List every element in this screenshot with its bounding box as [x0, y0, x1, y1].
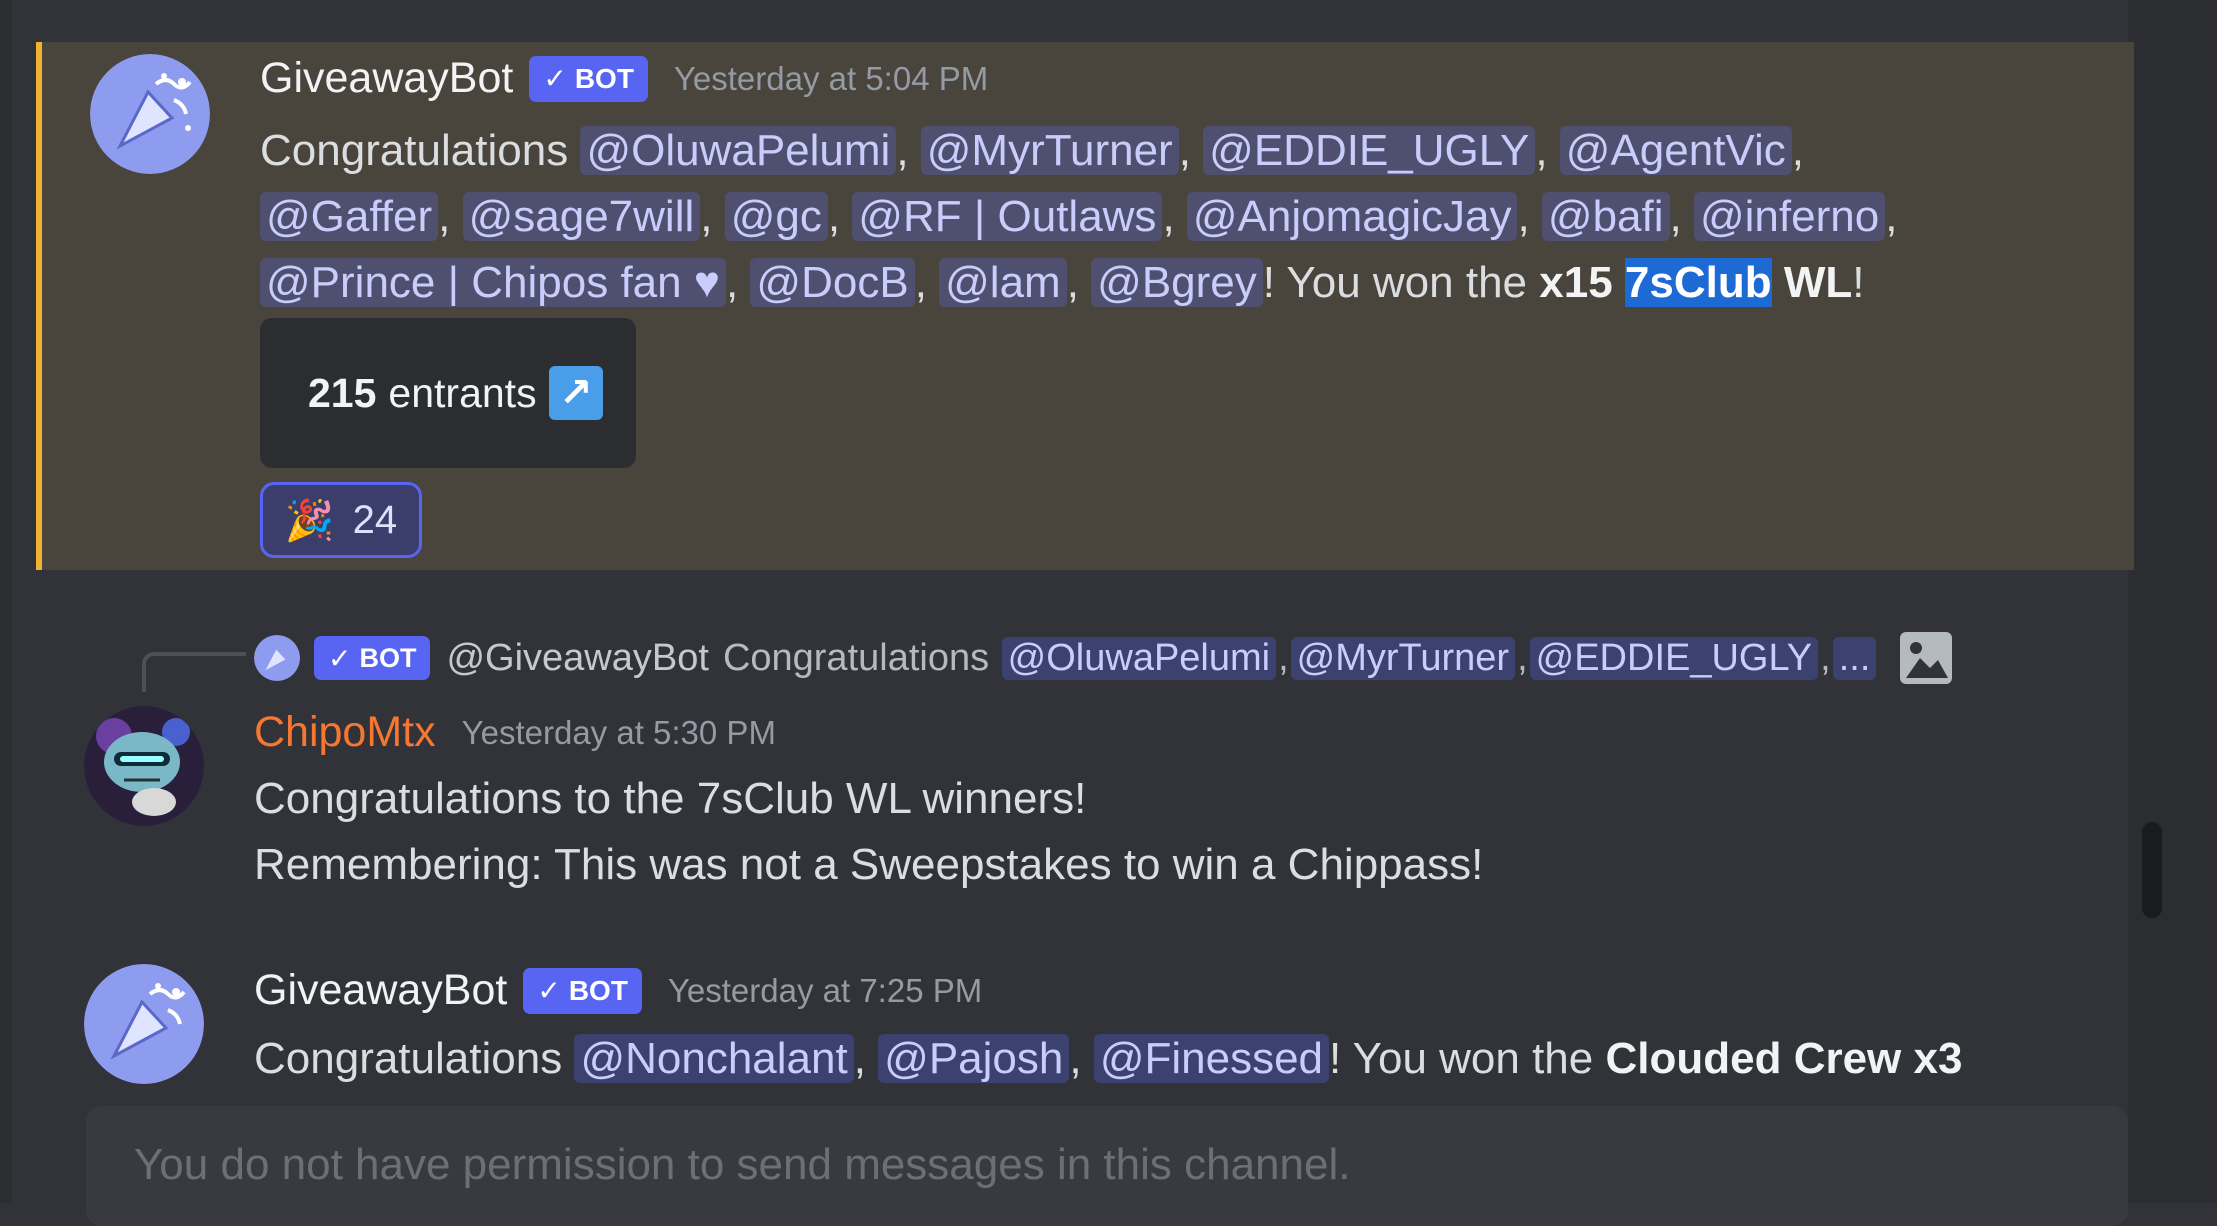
external-link-arrow-icon[interactable]: ↗ — [548, 366, 603, 420]
robot-avatar-icon — [84, 706, 204, 826]
prize-suffix: WL — [1783, 258, 1853, 307]
prize-text: Clouded Crew x3 — [1605, 1034, 1963, 1083]
mention[interactable]: @bafi — [1541, 192, 1670, 241]
mention[interactable]: @lam — [939, 258, 1067, 307]
message-timestamp[interactable]: Yesterday at 5:30 PM — [462, 714, 776, 752]
mention[interactable]: @Nonchalant — [574, 1034, 854, 1083]
entrants-embed: 215 entrants ↗ — [260, 318, 636, 468]
author-name[interactable]: GiveawayBot — [260, 54, 513, 103]
composer-placeholder: You do not have permission to send messa… — [134, 1140, 1351, 1189]
entrants-label: entrants — [388, 369, 537, 416]
content-line-2: Remembering: This was not a Sweepstakes … — [254, 840, 1484, 889]
mention[interactable]: @gc — [724, 192, 828, 241]
mention[interactable]: @AnjomagicJay — [1186, 192, 1518, 241]
content-line-1: Congratulations @OluwaPelumi, @MyrTurner… — [260, 126, 1804, 175]
message-content: Congratulations @Nonchalant, @Pajosh, @F… — [254, 1026, 1962, 1092]
image-attachment-icon — [1900, 632, 1953, 684]
mention[interactable]: @inferno — [1693, 192, 1886, 241]
checkmark-icon: ✓ — [328, 642, 352, 674]
party-popper-icon: 🎉 — [284, 498, 335, 543]
mention[interactable]: @RF | Outlaws — [852, 192, 1163, 241]
left-edge — [0, 0, 12, 1203]
mention[interactable]: @EDDIE_UGLY — [1203, 126, 1536, 175]
giveawaybot-avatar[interactable] — [84, 964, 204, 1084]
reaction-count: 24 — [352, 497, 398, 542]
selected-prize-text: 7sClub — [1624, 258, 1772, 307]
message-content: Congratulations @OluwaPelumi, @MyrTurner… — [260, 118, 1897, 316]
author-name[interactable]: GiveawayBot — [254, 966, 507, 1015]
message-timestamp[interactable]: Yesterday at 5:04 PM — [674, 60, 988, 98]
reply-connector — [142, 652, 246, 692]
party-popper-avatar-icon — [90, 54, 210, 174]
entrants-count: 215 — [308, 369, 377, 416]
reply-mention: @EDDIE_UGLY — [1529, 636, 1819, 680]
mention[interactable]: @sage7will — [462, 192, 701, 241]
reply-bot-badge-label: BOT — [359, 642, 417, 673]
prize-prefix: x15 — [1539, 258, 1613, 307]
mention[interactable]: @Bgrey — [1091, 258, 1263, 307]
checkmark-icon: ✓ — [543, 63, 567, 94]
message-timestamp[interactable]: Yesterday at 7:25 PM — [668, 972, 982, 1010]
right-panel — [2128, 0, 2217, 1203]
greeting-text: Congratulations — [260, 126, 569, 175]
scrollbar-thumb[interactable] — [2142, 822, 2162, 918]
mention[interactable]: @AgentVic — [1559, 126, 1792, 175]
reply-mention: @MyrTurner — [1290, 636, 1516, 680]
reaction-button[interactable]: 🎉 24 — [260, 482, 422, 558]
reply-text: Congratulations — [722, 636, 990, 679]
bot-badge: ✓ BOT — [529, 55, 648, 102]
mention[interactable]: @OluwaPelumi — [580, 126, 897, 175]
bot-badge-label: BOT — [574, 62, 634, 94]
chipomtx-avatar[interactable] — [84, 706, 204, 826]
content-line-1: Congratulations to the 7sClub WL winners… — [254, 774, 1087, 823]
message-content: Congratulations to the 7sClub WL winners… — [254, 766, 1483, 898]
checkmark-icon: ✓ — [537, 975, 561, 1006]
mention[interactable]: @MyrTurner — [920, 126, 1179, 175]
bot-badge-label: BOT — [568, 974, 628, 1006]
bot-badge: ✓ BOT — [523, 967, 642, 1014]
won-text: ! You won the — [1329, 1034, 1606, 1083]
end-punct: ! — [1852, 258, 1865, 307]
won-text: ! You won the — [1262, 258, 1540, 307]
content-line-1: Congratulations @Nonchalant, @Pajosh, @F… — [254, 1034, 1963, 1083]
message-giveaway-1: GiveawayBot ✓ BOT Yesterday at 5:04 PM Co… — [36, 42, 2134, 570]
message-composer: You do not have permission to send messa… — [86, 1106, 2128, 1226]
giveawaybot-mini-avatar — [254, 635, 300, 681]
reply-truncation: ... — [1832, 636, 1877, 680]
greeting-text: Congratulations — [254, 1034, 563, 1083]
giveawaybot-avatar[interactable] — [90, 54, 210, 174]
mention[interactable]: @DocB — [750, 258, 915, 307]
mention[interactable]: @Gaffer — [260, 192, 439, 241]
reply-mention: @OluwaPelumi — [1001, 636, 1277, 680]
reply-bot-badge: ✓ BOT — [314, 636, 431, 680]
party-popper-avatar-icon — [84, 964, 204, 1084]
mention[interactable]: @Prince | Chipos fan ♥ — [260, 258, 726, 307]
content-line-3: @Prince | Chipos fan ♥, @DocB, @lam, @Bg… — [260, 250, 1897, 316]
reply-reference[interactable]: ✓ BOT @GiveawayBot Congratulations @Oluwa… — [254, 632, 1953, 684]
mention[interactable]: @Pajosh — [878, 1034, 1070, 1083]
author-name[interactable]: ChipoMtx — [254, 708, 436, 757]
content-line-2: @Gaffer, @sage7will, @gc, @RF | Outlaws,… — [260, 184, 1897, 250]
reply-author[interactable]: @GiveawayBot — [446, 637, 708, 680]
mention[interactable]: @Finessed — [1093, 1034, 1330, 1083]
